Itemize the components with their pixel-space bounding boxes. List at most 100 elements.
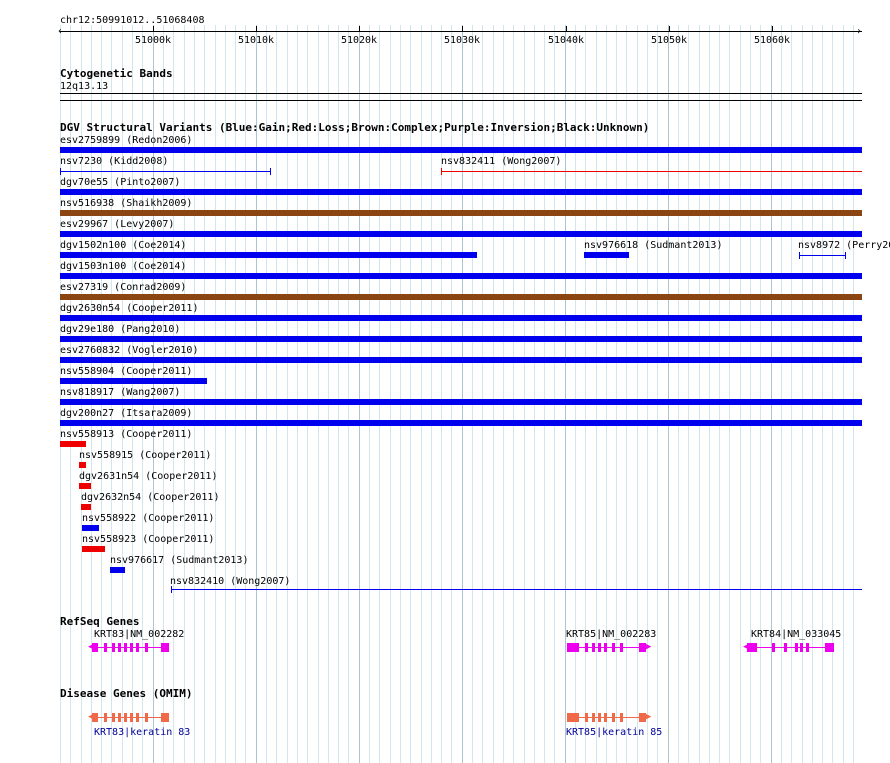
- variant-line[interactable]: [441, 171, 862, 172]
- gene-exon[interactable]: [604, 713, 607, 722]
- variant-bar[interactable]: [60, 420, 862, 426]
- variant-label[interactable]: dgv2631n54 (Cooper2011): [79, 471, 217, 482]
- variant-bar[interactable]: [60, 378, 207, 384]
- variant-label[interactable]: nsv558922 (Cooper2011): [82, 513, 214, 524]
- variant-bar[interactable]: [60, 399, 862, 405]
- gene-exon[interactable]: [620, 713, 623, 722]
- grid-line: [771, 25, 772, 763]
- variant-label[interactable]: nsv558904 (Cooper2011): [60, 366, 192, 377]
- variant-bar[interactable]: [60, 336, 862, 342]
- grid-line: [699, 25, 700, 763]
- variant-bar[interactable]: [60, 315, 862, 321]
- variant-bar[interactable]: [60, 147, 862, 153]
- gene-exon[interactable]: [612, 713, 615, 722]
- gene-exon[interactable]: [118, 713, 121, 722]
- variant-bar[interactable]: [60, 189, 862, 195]
- variant-label[interactable]: esv2760832 (Vogler2010): [60, 345, 198, 356]
- gene-exon[interactable]: [598, 713, 601, 722]
- variant-label[interactable]: nsv558923 (Cooper2011): [82, 534, 214, 545]
- gene-exon[interactable]: [598, 643, 601, 652]
- variant-bar[interactable]: [60, 294, 862, 300]
- variant-bar[interactable]: [60, 357, 862, 363]
- variant-label[interactable]: nsv976617 (Sudmant2013): [110, 555, 248, 566]
- variant-label[interactable]: nsv558915 (Cooper2011): [79, 450, 211, 461]
- gene-exon[interactable]: [130, 713, 133, 722]
- omim-gene-label[interactable]: KRT85|keratin 85: [566, 727, 662, 738]
- gene-exon[interactable]: [567, 643, 579, 652]
- variant-label[interactable]: nsv832410 (Wong2007): [170, 576, 290, 587]
- gene-exon[interactable]: [772, 643, 775, 652]
- gene-exon[interactable]: [136, 713, 139, 722]
- variant-bar[interactable]: [60, 252, 477, 258]
- gene-exon[interactable]: [604, 643, 607, 652]
- gene-exon[interactable]: [112, 643, 115, 652]
- gene-exon[interactable]: [161, 713, 169, 722]
- gene-exon[interactable]: [639, 713, 646, 722]
- variant-label[interactable]: esv2759899 (Redon2006): [60, 135, 192, 146]
- variant-label[interactable]: dgv2632n54 (Cooper2011): [81, 492, 219, 503]
- variant-bar[interactable]: [60, 231, 862, 237]
- gene-exon[interactable]: [585, 643, 588, 652]
- variant-label[interactable]: dgv70e55 (Pinto2007): [60, 177, 180, 188]
- gene-exon[interactable]: [825, 643, 834, 652]
- gene-exon[interactable]: [136, 643, 139, 652]
- gene-exon[interactable]: [118, 643, 121, 652]
- refseq-gene-label[interactable]: KRT83|NM_002282: [94, 629, 184, 640]
- gene-exon[interactable]: [124, 713, 127, 722]
- variant-label[interactable]: nsv832411 (Wong2007): [441, 156, 561, 167]
- gene-exon[interactable]: [567, 713, 579, 722]
- gene-exon[interactable]: [104, 643, 107, 652]
- variant-label[interactable]: dgv1502n100 (Coe2014): [60, 240, 186, 251]
- variant-label[interactable]: nsv976618 (Sudmant2013): [584, 240, 722, 251]
- variant-bar[interactable]: [110, 567, 125, 573]
- variant-bar[interactable]: [60, 273, 862, 279]
- gene-exon[interactable]: [620, 643, 623, 652]
- gene-exon[interactable]: [751, 643, 757, 652]
- ruler-tick: [772, 26, 773, 32]
- gene-exon[interactable]: [806, 643, 809, 652]
- gene-exon[interactable]: [592, 713, 595, 722]
- variant-bar[interactable]: [82, 525, 99, 531]
- variant-label[interactable]: dgv200n27 (Itsara2009): [60, 408, 192, 419]
- gene-exon[interactable]: [639, 643, 646, 652]
- gene-exon[interactable]: [161, 643, 169, 652]
- variant-line[interactable]: [171, 589, 862, 590]
- gene-exon[interactable]: [104, 713, 107, 722]
- variant-label[interactable]: dgv29e180 (Pang2010): [60, 324, 180, 335]
- refseq-gene-label[interactable]: KRT85|NM_002283: [566, 629, 656, 640]
- variant-line[interactable]: [799, 255, 846, 256]
- variant-bar[interactable]: [60, 210, 862, 216]
- gene-exon[interactable]: [784, 643, 787, 652]
- dgv-track-title: DGV Structural Variants (Blue:Gain;Red:L…: [60, 121, 650, 134]
- gene-exon[interactable]: [124, 643, 127, 652]
- refseq-gene-label[interactable]: KRT84|NM_033045: [751, 629, 841, 640]
- ruler-axis[interactable]: [60, 31, 862, 32]
- gene-exon[interactable]: [112, 713, 115, 722]
- variant-bar[interactable]: [81, 504, 91, 510]
- variant-label[interactable]: nsv7230 (Kidd2008): [60, 156, 168, 167]
- variant-label[interactable]: nsv818917 (Wang2007): [60, 387, 180, 398]
- variant-label[interactable]: esv29967 (Levy2007): [60, 219, 174, 230]
- variant-bar[interactable]: [79, 462, 86, 468]
- gene-exon[interactable]: [145, 713, 148, 722]
- gene-exon[interactable]: [585, 713, 588, 722]
- omim-gene-label[interactable]: KRT83|keratin 83: [94, 727, 190, 738]
- variant-label[interactable]: nsv516938 (Shaikh2009): [60, 198, 192, 209]
- variant-label[interactable]: nsv558913 (Cooper2011): [60, 429, 192, 440]
- gene-exon[interactable]: [800, 643, 803, 652]
- gene-exon[interactable]: [592, 643, 595, 652]
- gene-exon[interactable]: [795, 643, 798, 652]
- gene-exon[interactable]: [612, 643, 615, 652]
- variant-bar[interactable]: [584, 252, 629, 258]
- variant-bar[interactable]: [79, 483, 91, 489]
- variant-bar[interactable]: [60, 441, 86, 447]
- grid-line: [235, 25, 236, 763]
- gene-exon[interactable]: [130, 643, 133, 652]
- variant-label[interactable]: dgv2630n54 (Cooper2011): [60, 303, 198, 314]
- variant-label[interactable]: nsv8972 (Perry20: [798, 240, 890, 251]
- gene-exon[interactable]: [145, 643, 148, 652]
- variant-label[interactable]: dgv1503n100 (Coe2014): [60, 261, 186, 272]
- variant-line[interactable]: [60, 171, 271, 172]
- variant-bar[interactable]: [82, 546, 105, 552]
- variant-label[interactable]: esv27319 (Conrad2009): [60, 282, 186, 293]
